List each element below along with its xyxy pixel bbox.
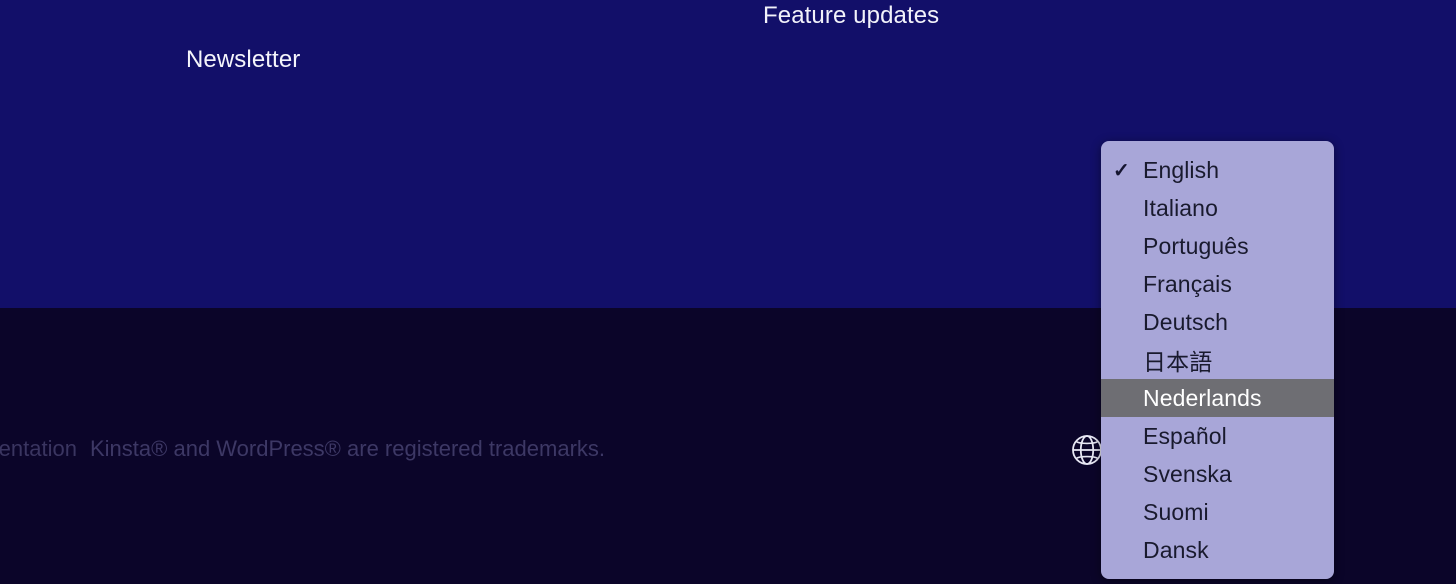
language-option-label: Português xyxy=(1143,232,1249,259)
check-icon: ✓ xyxy=(1113,159,1130,182)
language-option-deutsch[interactable]: Deutsch xyxy=(1101,303,1334,341)
footer-trademark-text: Kinsta® and WordPress® are registered tr… xyxy=(90,436,606,461)
language-option-nederlands[interactable]: Nederlands xyxy=(1101,379,1334,417)
newsletter-heading: Newsletter xyxy=(186,46,301,73)
language-option-dansk[interactable]: Dansk xyxy=(1101,531,1334,569)
language-option-label: Nederlands xyxy=(1143,384,1262,411)
language-option-suomi[interactable]: Suomi xyxy=(1101,493,1334,531)
language-option-label: Suomi xyxy=(1143,498,1209,525)
language-option-label: English xyxy=(1143,156,1220,183)
language-option-label: Svenska xyxy=(1143,460,1232,487)
language-option-portugus[interactable]: Português xyxy=(1101,227,1334,265)
language-option-label: Español xyxy=(1143,422,1227,449)
feature-updates-label[interactable]: Feature updates xyxy=(763,2,939,30)
language-select-dropdown[interactable]: ✓ English Italiano Português Français Deutsch… xyxy=(1101,141,1334,579)
language-option-franais[interactable]: Français xyxy=(1101,265,1334,303)
language-option-label: Deutsch xyxy=(1143,308,1229,335)
language-option-[interactable]: 日本語 xyxy=(1101,341,1334,379)
language-option-label: Italiano xyxy=(1143,194,1218,221)
language-option-svenska[interactable]: Svenska xyxy=(1101,455,1334,493)
language-option-italiano[interactable]: Italiano xyxy=(1101,189,1334,227)
language-option-label: Français xyxy=(1143,270,1232,297)
language-option-english[interactable]: ✓ English xyxy=(1101,151,1334,189)
language-option-label: 日本語 xyxy=(1143,349,1213,375)
footer-documentation-link[interactable]: Documentation xyxy=(0,436,77,462)
language-option-label: Dansk xyxy=(1143,536,1209,563)
language-option-espaol[interactable]: Español xyxy=(1101,417,1334,455)
page-root: Feature updates Newsletter Documentation… xyxy=(0,0,1456,584)
globe-icon[interactable] xyxy=(1070,433,1104,467)
